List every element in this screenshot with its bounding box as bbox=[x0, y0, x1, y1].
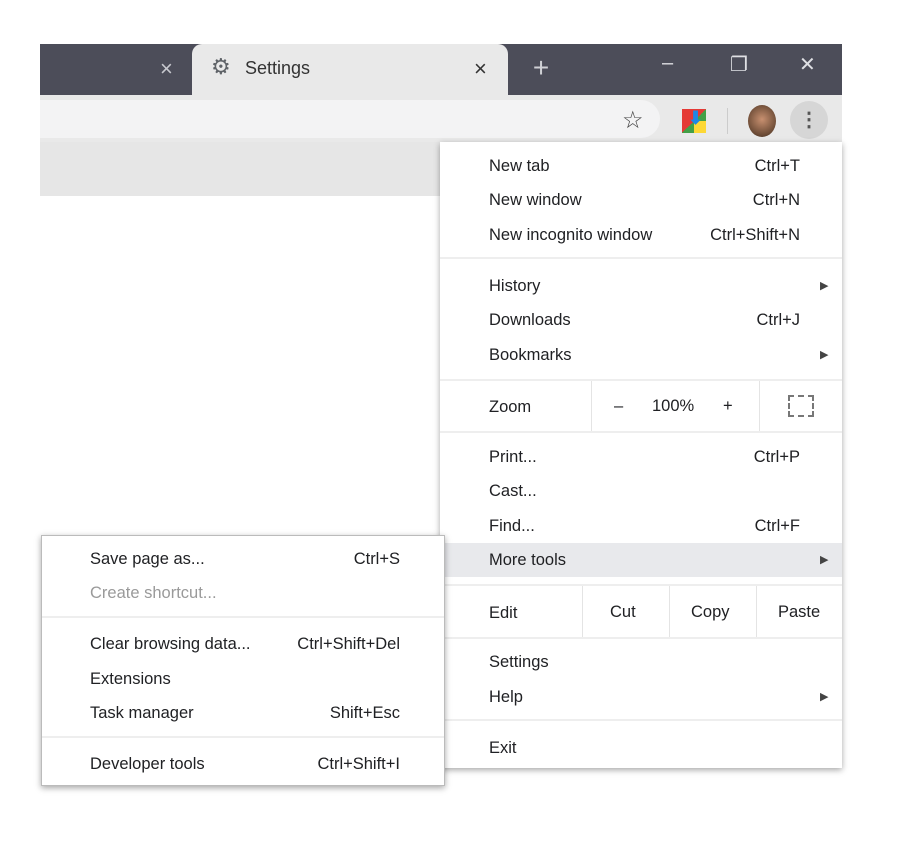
page-header bbox=[40, 142, 440, 196]
tab-settings[interactable] bbox=[192, 44, 508, 99]
submenu-item-extensions[interactable]: Extensions bbox=[90, 669, 171, 689]
divider bbox=[42, 616, 444, 618]
menu-item-new-tab[interactable]: New tab bbox=[489, 156, 550, 176]
shortcut: Shift+Esc bbox=[329, 704, 400, 722]
zoom-value: 100% bbox=[652, 397, 695, 415]
menu-item-incognito[interactable]: New incognito window bbox=[489, 225, 652, 245]
submenu-arrow-icon: ▶ bbox=[820, 691, 829, 703]
menu-item-find[interactable]: Find... bbox=[489, 516, 535, 536]
tab-title: Settings bbox=[245, 58, 311, 78]
menu-item-downloads[interactable]: Downloads bbox=[489, 310, 571, 330]
menu-item-help[interactable]: Help bbox=[489, 687, 523, 707]
divider bbox=[440, 584, 842, 586]
close-window-button[interactable]: ✕ bbox=[799, 52, 816, 77]
zoom-in-button[interactable]: + bbox=[723, 396, 733, 416]
divider bbox=[42, 736, 444, 738]
divider bbox=[440, 257, 842, 259]
copy-button[interactable]: Copy bbox=[691, 602, 730, 622]
shortcut: Ctrl+Shift+Del bbox=[297, 635, 400, 653]
zoom-label: Zoom bbox=[489, 398, 532, 416]
divider bbox=[759, 381, 760, 431]
download-arrow-icon: ⬇ bbox=[688, 108, 704, 128]
divider bbox=[440, 719, 842, 721]
shortcut: Ctrl+F bbox=[754, 517, 800, 535]
restore-button[interactable]: ❐ bbox=[730, 52, 748, 77]
divider bbox=[440, 431, 842, 433]
shortcut: Ctrl+Shift+I bbox=[317, 755, 400, 773]
menu-item-bookmarks[interactable]: Bookmarks bbox=[489, 345, 572, 365]
divider bbox=[756, 586, 757, 637]
menu-item-more-tools[interactable]: More tools bbox=[489, 550, 566, 570]
shortcut: Ctrl+J bbox=[756, 311, 800, 329]
shortcut: Ctrl+N bbox=[752, 191, 800, 209]
submenu-arrow-icon: ▶ bbox=[820, 554, 829, 566]
shortcut: Ctrl+P bbox=[753, 448, 800, 466]
menu-item-cast[interactable]: Cast... bbox=[489, 481, 537, 501]
edit-label: Edit bbox=[489, 604, 518, 622]
menu-item-exit[interactable]: Exit bbox=[489, 738, 517, 758]
tab-close-icon[interactable]: × bbox=[474, 56, 487, 82]
shortcut: Ctrl+S bbox=[353, 550, 400, 568]
divider bbox=[582, 586, 583, 637]
address-bar[interactable] bbox=[40, 100, 660, 138]
fullscreen-icon[interactable] bbox=[788, 395, 814, 417]
menu-item-print[interactable]: Print... bbox=[489, 447, 537, 467]
divider bbox=[591, 381, 592, 431]
submenu-item-create-shortcut[interactable]: Create shortcut... bbox=[90, 583, 217, 603]
submenu-arrow-icon: ▶ bbox=[820, 280, 829, 292]
gear-icon: ⚙ bbox=[211, 54, 231, 79]
shortcut: Ctrl+Shift+N bbox=[710, 226, 800, 244]
avatar[interactable] bbox=[748, 105, 776, 137]
submenu-item-task-manager[interactable]: Task manager bbox=[90, 703, 194, 723]
submenu-item-clear-data[interactable]: Clear browsing data... bbox=[90, 634, 251, 654]
shortcut: Ctrl+T bbox=[754, 157, 800, 175]
submenu-arrow-icon: ▶ bbox=[820, 349, 829, 361]
menu-item-settings[interactable]: Settings bbox=[489, 652, 549, 672]
submenu-item-save-page[interactable]: Save page as... bbox=[90, 549, 205, 569]
toolbar-divider bbox=[727, 108, 728, 134]
new-tab-button[interactable]: + bbox=[525, 52, 557, 84]
zoom-out-button[interactable]: – bbox=[614, 396, 623, 416]
divider bbox=[669, 586, 670, 637]
menu-item-new-window[interactable]: New window bbox=[489, 190, 582, 210]
bookmark-star-icon[interactable]: ☆ bbox=[622, 106, 644, 135]
divider bbox=[440, 637, 842, 639]
minimize-button[interactable]: – bbox=[662, 52, 673, 75]
tab-close-icon[interactable]: × bbox=[160, 56, 173, 82]
menu-button[interactable]: ⋮ bbox=[790, 101, 828, 139]
more-tools-submenu bbox=[41, 535, 445, 786]
paste-button[interactable]: Paste bbox=[778, 602, 820, 622]
cut-button[interactable]: Cut bbox=[610, 602, 636, 622]
menu-item-history[interactable]: History bbox=[489, 276, 540, 296]
divider bbox=[440, 379, 842, 381]
submenu-item-dev-tools[interactable]: Developer tools bbox=[90, 754, 205, 774]
